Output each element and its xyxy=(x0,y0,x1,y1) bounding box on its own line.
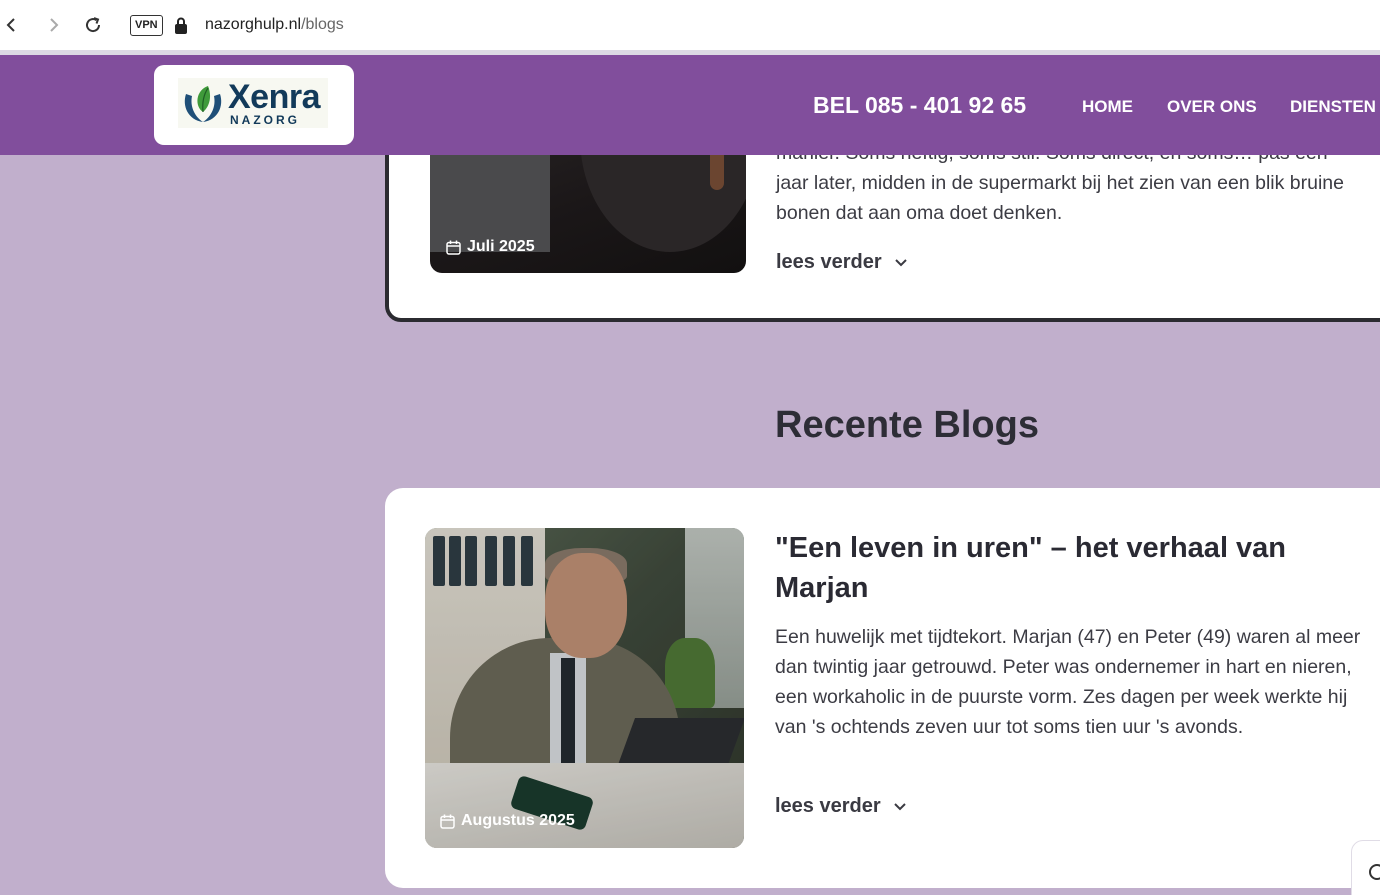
blog-card-read-more[interactable]: lees verder xyxy=(775,795,907,818)
calendar-icon xyxy=(446,240,461,255)
blog-card-date: Augustus 2025 xyxy=(440,812,575,830)
widget-icon xyxy=(1369,864,1380,880)
blog-card: Augustus 2025 "Een leven in uren" – het … xyxy=(385,488,1380,888)
url-path: /blogs xyxy=(301,16,344,33)
blog-card-read-more-label: lees verder xyxy=(775,795,881,817)
blog-card-date-label: Augustus 2025 xyxy=(461,812,575,829)
logo-wordmark: Xenra xyxy=(228,78,321,116)
blog-card-excerpt: Een huwelijk met tijdtekort. Marjan (47)… xyxy=(775,626,1361,738)
url-domain: nazorghulp.nl xyxy=(205,16,302,33)
chevron-down-icon xyxy=(893,802,906,810)
featured-excerpt: jaar later, midden in de supermarkt bij … xyxy=(776,172,1344,224)
nav-home[interactable]: HOME xyxy=(1082,97,1133,117)
nav-over-ons[interactable]: OVER ONS xyxy=(1167,97,1257,117)
logo[interactable]: Xenra NAZORG xyxy=(154,65,354,145)
address-bar[interactable]: nazorghulp.nl/blogs xyxy=(205,16,344,34)
lock-icon[interactable] xyxy=(174,17,188,34)
featured-read-more-label: lees verder xyxy=(776,251,882,273)
forward-icon[interactable] xyxy=(43,14,65,36)
calendar-icon xyxy=(440,814,455,829)
vpn-badge[interactable]: VPN xyxy=(130,15,163,36)
recent-blogs-heading: Recente Blogs xyxy=(775,404,1039,446)
featured-date: Juli 2025 xyxy=(446,238,535,256)
chevron-down-icon xyxy=(894,258,907,266)
featured-read-more[interactable]: lees verder xyxy=(776,251,908,274)
reload-icon[interactable] xyxy=(82,14,104,36)
phone-number-link[interactable]: BEL 085 - 401 92 65 xyxy=(813,92,1026,119)
nav-diensten[interactable]: DIENSTEN xyxy=(1290,97,1376,117)
site-header: Xenra NAZORG BEL 085 - 401 92 65 HOME OV… xyxy=(0,55,1380,155)
blog-card-image: Augustus 2025 xyxy=(425,528,744,848)
featured-date-label: Juli 2025 xyxy=(467,238,535,255)
hands-leaf-icon xyxy=(184,86,222,122)
logo-tagline: NAZORG xyxy=(230,113,300,127)
back-icon[interactable] xyxy=(0,14,22,36)
floating-widget-button[interactable] xyxy=(1351,840,1380,895)
blog-card-title[interactable]: "Een leven in uren" – het verhaal van Ma… xyxy=(775,528,1375,608)
browser-toolbar: VPN nazorghulp.nl/blogs xyxy=(0,0,1380,50)
